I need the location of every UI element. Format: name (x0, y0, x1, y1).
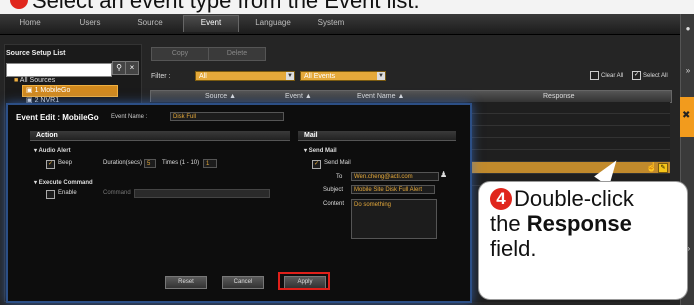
event-name-field[interactable]: Disk Full (170, 112, 284, 121)
enable-checkbox[interactable] (46, 190, 55, 199)
send-mail-label: Send Mail (324, 160, 351, 166)
subject-label: Subject (323, 187, 344, 193)
times-label: Times (1 - 10) (162, 160, 200, 166)
hand-cursor-icon: ☝ (646, 162, 658, 172)
event-name-label: Event Name : (111, 114, 148, 120)
to-field[interactable]: Wen.cheng@acti.com (351, 172, 439, 181)
device-icon: ▣ (26, 87, 33, 94)
source-search-input[interactable] (6, 63, 112, 77)
tools-tab[interactable]: ✖ (680, 97, 694, 137)
apply-highlight-box (278, 272, 330, 290)
chevron-down-icon: ▼ (377, 72, 385, 80)
duration-field[interactable]: 5 (144, 159, 156, 168)
select-all-checkbox[interactable]: ✓ Select All (632, 71, 668, 80)
checkbox-icon: ✓ (632, 71, 641, 80)
command-field[interactable] (134, 189, 270, 198)
send-mail-section-label: ▾ Send Mail (304, 148, 337, 154)
source-filter-select[interactable]: All ▼ (195, 71, 295, 81)
column-event[interactable]: Event ▲ (285, 91, 312, 102)
tab-event[interactable]: Event (183, 15, 239, 32)
callout-text: 4 Double-click the Response field. (490, 186, 680, 261)
send-mail-checkbox[interactable]: ✓ (312, 160, 321, 169)
edit-icon[interactable]: ✎ (658, 163, 668, 173)
callout-line3: field. (490, 236, 537, 261)
beep-checkbox[interactable]: ✓ (46, 160, 55, 169)
subject-field[interactable]: Mobile Site Disk Full Alert (351, 185, 435, 194)
tab-system[interactable]: System (306, 16, 356, 32)
column-event-name[interactable]: Event Name ▲ (357, 91, 404, 102)
collapse-icon[interactable]: ● (682, 24, 694, 33)
delete-button[interactable]: Delete (208, 47, 266, 61)
tree-node-all-sources[interactable]: ■ All Sources (14, 77, 55, 84)
top-navigation: Home Users Source Event Language System (0, 14, 694, 35)
dialog-title: Event Edit : MobileGo (16, 113, 99, 122)
tab-users[interactable]: Users (68, 16, 112, 32)
clear-search-icon[interactable]: × (125, 61, 139, 75)
double-chevron-right-icon[interactable]: » (682, 66, 694, 75)
contact-person-icon[interactable]: ♟ (440, 170, 447, 179)
tab-source[interactable]: Source (128, 16, 172, 32)
tab-home[interactable]: Home (8, 16, 52, 32)
column-response[interactable]: Response (543, 91, 575, 102)
event-filter-select[interactable]: All Events ▼ (300, 71, 386, 81)
cancel-button[interactable]: Cancel (222, 276, 264, 289)
times-field[interactable]: 1 (203, 159, 217, 168)
filter-label: Filter : (151, 73, 171, 80)
content-label: Content (323, 201, 345, 207)
tree-node-mobilego[interactable]: ▣ 1 MobileGo (26, 86, 70, 94)
audio-alert-label: ▾ Audio Alert (34, 148, 71, 154)
content-field[interactable]: Do something (351, 199, 437, 239)
to-label: To (336, 174, 343, 180)
source-panel-title: Source Setup List (6, 50, 66, 57)
execute-command-label: ▾ Execute Command (34, 180, 93, 186)
wrench-icon: ✖ (682, 110, 691, 121)
instruction-caption: Select an event type from the Event list… (0, 0, 694, 14)
copy-button[interactable]: Copy (151, 47, 209, 61)
column-source[interactable]: Source ▲ (205, 91, 236, 102)
callout-line1: Double-click (514, 186, 634, 211)
search-icon[interactable]: ⚲ (112, 61, 126, 75)
folder-icon: ■ (14, 77, 19, 84)
duration-label: Duration(secs) (103, 160, 143, 166)
command-label: Command (103, 190, 131, 196)
callout-line2-prefix: the (490, 211, 527, 236)
clear-all-checkbox[interactable]: Clear All (590, 71, 623, 80)
mail-section-header: Mail (298, 131, 456, 141)
beep-label: Beep (58, 160, 73, 166)
tab-language[interactable]: Language (246, 16, 300, 32)
chevron-down-icon: ▼ (286, 72, 294, 80)
reset-button[interactable]: Reset (165, 276, 207, 289)
enable-label: Enable (58, 190, 77, 196)
step-badge: 4 (490, 188, 512, 210)
callout-line2-bold: Response (526, 211, 632, 236)
checkbox-icon (590, 71, 599, 80)
action-section-header: Action (30, 131, 290, 141)
step-number-badge (10, 0, 28, 9)
caption-text: Select an event type from the Event list… (32, 0, 420, 13)
